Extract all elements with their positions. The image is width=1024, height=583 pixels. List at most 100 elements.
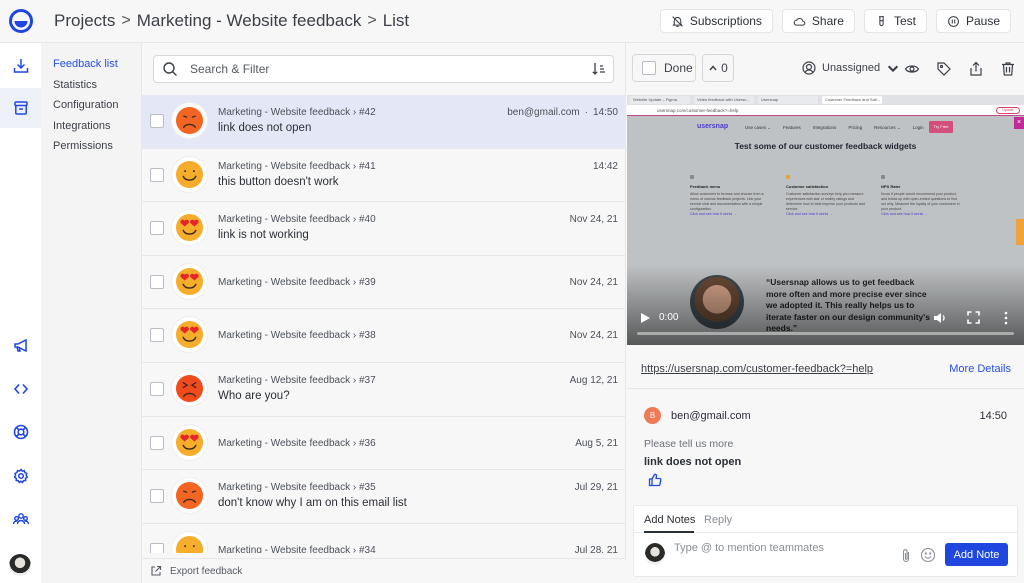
note-input[interactable] — [674, 539, 894, 557]
upvote-button[interactable]: 0 — [702, 54, 734, 82]
row-project-ref: Marketing - Website feedback › #36 — [218, 437, 376, 449]
subnav-feedback-list[interactable]: Feedback list — [41, 54, 141, 75]
more-details-link[interactable]: More Details — [949, 363, 1011, 375]
rail-download[interactable] — [0, 46, 41, 86]
search-input[interactable] — [190, 62, 591, 76]
row-meta-right: Jul 28, 21 — [575, 545, 618, 553]
mood-avatar — [172, 424, 207, 460]
test-label: Test — [893, 14, 916, 28]
subnav-statistics[interactable]: Statistics — [41, 75, 141, 96]
usersnap-logo-icon[interactable] — [8, 8, 34, 34]
feedback-row[interactable]: Marketing - Website feedback › #41 this b… — [142, 149, 626, 203]
emoji-icon[interactable] — [920, 547, 936, 563]
trash-icon[interactable] — [1000, 61, 1016, 77]
rail-help[interactable] — [0, 412, 41, 452]
gear-icon — [13, 468, 28, 484]
share-button[interactable]: Share — [781, 9, 855, 33]
rail-code[interactable] — [0, 369, 41, 409]
feedback-row[interactable]: Marketing - Website feedback › #39 Nov 24… — [142, 256, 626, 310]
neutral-face-icon — [175, 535, 204, 553]
row-checkbox[interactable] — [150, 435, 164, 450]
row-checkbox[interactable] — [150, 274, 164, 289]
chevron-down-icon — [887, 65, 899, 73]
subscriptions-button[interactable]: Subscriptions — [659, 9, 773, 33]
feedback-row[interactable]: Marketing - Website feedback › #42 link d… — [142, 95, 626, 149]
done-button[interactable]: Done — [632, 54, 696, 82]
row-checkbox[interactable] — [150, 381, 164, 396]
subnav-permissions[interactable]: Permissions — [41, 136, 141, 157]
detail-actions — [904, 61, 1016, 77]
recorded-col-link: Click and see how it works → — [690, 212, 737, 216]
recorded-close-icon: × — [1014, 117, 1024, 129]
recorded-tab: Usersnap — [758, 96, 818, 104]
row-checkbox[interactable] — [150, 167, 164, 182]
fullscreen-icon[interactable] — [967, 311, 980, 324]
love-face-icon — [175, 321, 204, 349]
row-meta-right: Nov 24, 21 — [570, 277, 618, 288]
angry-face-icon — [175, 374, 204, 403]
row-checkbox[interactable] — [150, 221, 164, 236]
row-time: Nov 24, 21 — [569, 330, 618, 342]
happy-face-icon — [175, 160, 204, 188]
recorded-col-icon — [786, 175, 790, 179]
screen-recording-video[interactable]: Website Update – Figma Video feedback wi… — [627, 95, 1024, 345]
inbox-icon — [13, 101, 28, 115]
reporter-email: ben@gmail.com — [671, 410, 751, 422]
feedback-row[interactable]: Marketing - Website feedback › #36 Aug 5,… — [142, 417, 626, 471]
recorded-site-link: Use cases ⌄ — [745, 125, 772, 130]
subnav-integrations[interactable]: Integrations — [41, 116, 141, 137]
pause-button[interactable]: Pause — [935, 9, 1011, 33]
breadcrumb-projects[interactable]: Projects — [54, 11, 115, 31]
recorded-feedback-tab — [1016, 219, 1024, 245]
play-icon[interactable] — [639, 312, 651, 324]
export-feedback-button[interactable]: Export feedback — [142, 558, 626, 583]
subnav-configuration[interactable]: Configuration — [41, 95, 141, 116]
cloud-icon — [793, 17, 806, 26]
feedback-row[interactable]: Marketing - Website feedback › #37 Who ar… — [142, 363, 626, 417]
bell-off-icon — [672, 15, 683, 27]
recorded-tab: Video feedback with Usersn... — [694, 96, 754, 104]
rail-settings[interactable] — [0, 456, 41, 496]
recorded-col-text: Allow customers to browse and choose fro… — [690, 192, 764, 211]
row-checkbox[interactable] — [150, 114, 164, 128]
rail-inbox[interactable] — [0, 88, 41, 128]
row-time: Nov 24, 21 — [569, 276, 618, 288]
feedback-row[interactable]: Marketing - Website feedback › #34 Jul 28… — [142, 524, 626, 553]
row-meta-right: Nov 24, 21 — [570, 214, 618, 225]
recorded-site-link: Resources ⌄ — [874, 125, 901, 130]
active-tab-indicator — [644, 531, 694, 533]
rail-team[interactable] — [0, 499, 41, 539]
paperclip-icon[interactable] — [900, 548, 913, 563]
rail-announcements[interactable] — [0, 326, 41, 366]
breadcrumb-project[interactable]: Marketing - Website feedback — [137, 11, 362, 31]
more-vertical-icon[interactable] — [1003, 311, 1009, 325]
row-meta-right: Aug 12, 21 — [570, 375, 618, 386]
tag-icon[interactable] — [936, 61, 952, 77]
page-url-link[interactable]: https://usersnap.com/customer-feedback?=… — [641, 363, 873, 375]
tab-reply[interactable]: Reply — [704, 514, 732, 526]
recorded-col-title: NPS Rater — [881, 184, 901, 189]
test-button[interactable]: Test — [863, 9, 927, 33]
assignee-dropdown[interactable]: Unassigned — [802, 61, 900, 75]
thumbs-up-icon[interactable] — [648, 473, 662, 487]
subscriptions-label: Subscriptions — [689, 14, 762, 28]
page-url-row: https://usersnap.com/customer-feedback?=… — [627, 345, 1024, 389]
eye-icon[interactable] — [904, 61, 920, 77]
volume-icon[interactable] — [933, 311, 947, 325]
row-checkbox[interactable] — [150, 542, 164, 553]
sort-icon[interactable] — [591, 61, 607, 77]
feedback-row[interactable]: Marketing - Website feedback › #35 don't … — [142, 470, 626, 524]
recorded-col-text: Know if people would recommend your prod… — [881, 192, 960, 211]
video-controls: 0:00 — [627, 295, 1024, 345]
row-checkbox[interactable] — [150, 489, 164, 504]
video-progress-bar[interactable] — [637, 332, 1014, 335]
tab-add-notes[interactable]: Add Notes — [644, 514, 695, 526]
feedback-row[interactable]: Marketing - Website feedback › #38 Nov 24… — [142, 309, 626, 363]
chevron-up-icon — [709, 65, 717, 71]
recorded-url: usersnap.com/customer-feedback?=help — [657, 108, 739, 113]
user-avatar[interactable] — [9, 554, 31, 576]
feedback-row[interactable]: Marketing - Website feedback › #40 link i… — [142, 202, 626, 256]
add-note-button[interactable]: Add Note — [945, 543, 1008, 566]
row-checkbox[interactable] — [150, 328, 164, 343]
share-export-icon[interactable] — [968, 61, 984, 77]
